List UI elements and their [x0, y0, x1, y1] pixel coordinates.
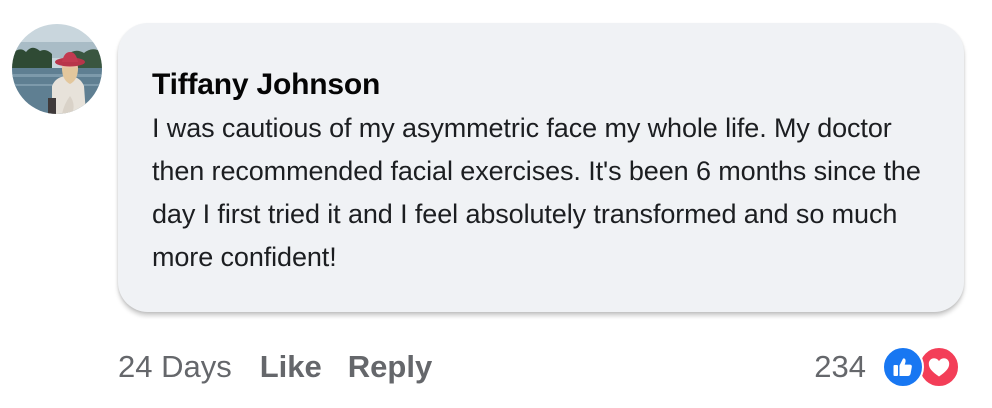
love-heart-icon	[918, 346, 960, 388]
comment-text: I was cautious of my asymmetric face my …	[152, 113, 921, 272]
reply-button[interactable]: Reply	[348, 349, 432, 385]
reaction-count[interactable]: 234	[814, 349, 866, 385]
comment-actions: 24 Days Like Reply	[118, 345, 458, 389]
reaction-icons[interactable]	[882, 346, 960, 388]
comment-author[interactable]: Tiffany Johnson	[152, 67, 934, 103]
like-thumbs-up-icon	[882, 346, 924, 388]
comment-bubble: Tiffany Johnson I was cautious of my asy…	[118, 23, 964, 312]
comment-timestamp[interactable]: 24 Days	[118, 349, 232, 385]
reactions-summary[interactable]: 234	[814, 344, 960, 390]
avatar[interactable]	[12, 24, 102, 114]
like-button[interactable]: Like	[260, 349, 322, 385]
